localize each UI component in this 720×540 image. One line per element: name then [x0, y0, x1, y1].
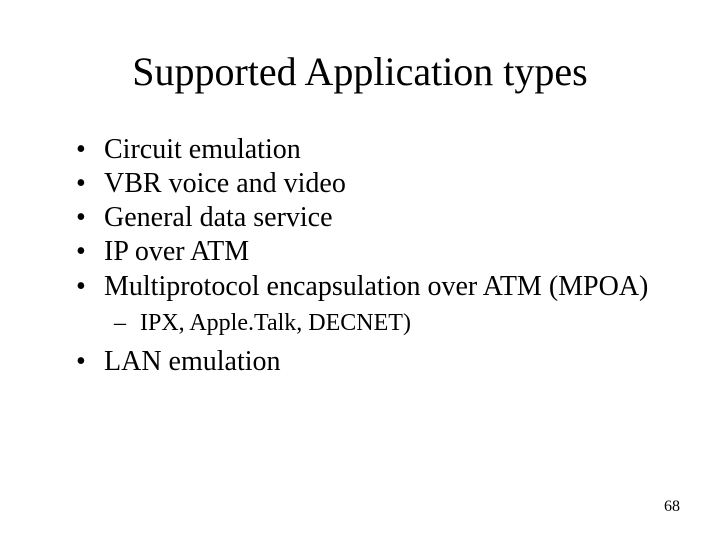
- bullet-item: General data service: [70, 201, 650, 235]
- slide: Supported Application types Circuit emul…: [0, 0, 720, 540]
- bullet-item: Circuit emulation: [70, 133, 650, 167]
- bullet-item: VBR voice and video: [70, 167, 650, 201]
- sub-bullet-item: IPX, Apple.Talk, DECNET): [70, 308, 650, 339]
- bullet-item: LAN emulation: [70, 345, 650, 379]
- bullet-list: LAN emulation: [70, 345, 650, 379]
- bullet-list: Circuit emulation VBR voice and video Ge…: [70, 133, 650, 304]
- bullet-item: Multiprotocol encapsulation over ATM (MP…: [70, 270, 650, 304]
- page-number: 68: [664, 498, 680, 516]
- slide-title: Supported Application types: [70, 48, 650, 95]
- sub-bullet-list: IPX, Apple.Talk, DECNET): [70, 308, 650, 339]
- bullet-item: IP over ATM: [70, 235, 650, 269]
